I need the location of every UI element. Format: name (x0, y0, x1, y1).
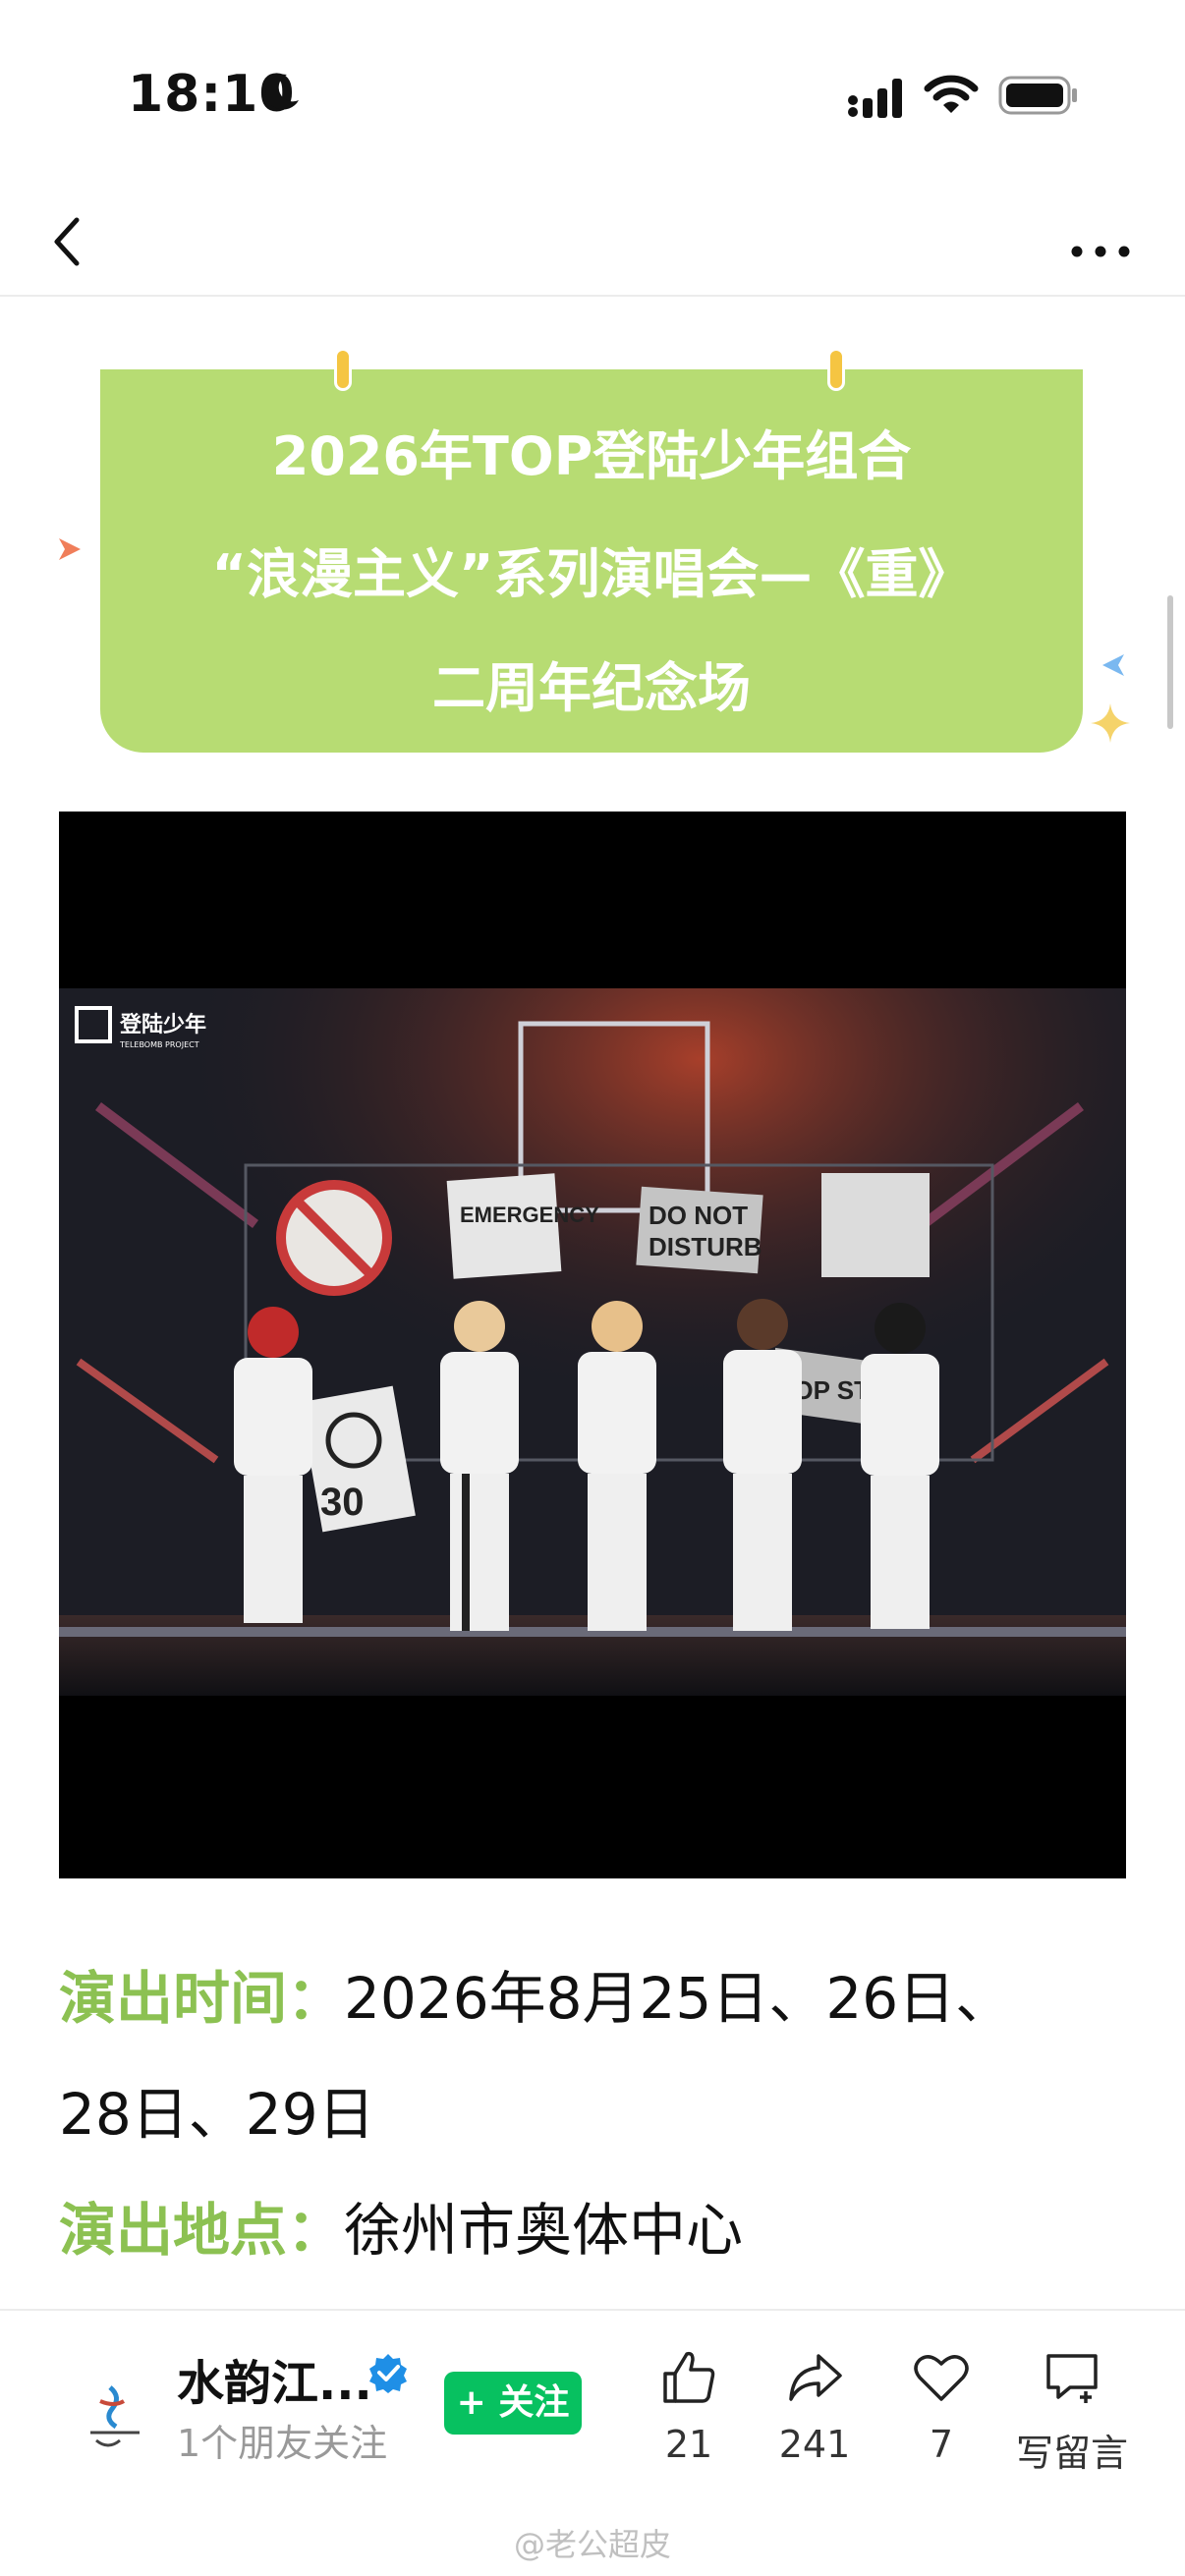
banner-title-line-2: “浪漫主义”系列演唱会—《重》 (211, 543, 972, 605)
show-time-label: 演出时间： (59, 1965, 345, 2032)
share-arrow-icon (789, 2354, 842, 2401)
arrow-decoration-icon (1102, 654, 1124, 676)
status-bar: 18:10 (0, 0, 1185, 187)
show-time-row: 演出时间：2026年8月25日、26日、 (59, 1940, 1130, 2056)
like-count: 21 (664, 2423, 713, 2466)
banner-title-line-1: 2026年TOP登陆少年组合 (271, 425, 912, 487)
follow-button[interactable]: + 关注 (444, 2372, 582, 2435)
sign-disturb-text: DISTURB (649, 1232, 762, 1261)
show-place-value: 徐州市奥体中心 (344, 2197, 744, 2264)
sparkle-icon (1091, 703, 1130, 743)
ellipsis-icon[interactable] (1061, 210, 1140, 273)
favorite-count: 7 (929, 2423, 954, 2466)
show-place-row: 演出地点：徐州市奥体中心 (59, 2172, 1130, 2288)
write-comment-label: 写留言 (1015, 2432, 1128, 2475)
banner-clip (334, 348, 352, 391)
share-button[interactable]: 241 (756, 2346, 874, 2466)
show-place-label: 演出地点： (59, 2197, 345, 2264)
favorite-button[interactable]: 7 (882, 2346, 1000, 2466)
account-avatar[interactable] (61, 2362, 169, 2470)
arrow-decoration-icon (59, 538, 81, 560)
video-logo-sub: TELEBOMB PROJECT (119, 1040, 199, 1049)
share-count: 241 (778, 2423, 851, 2466)
like-button[interactable]: 21 (630, 2346, 748, 2466)
show-time-value: 2026年8月25日、26日、 (344, 1965, 1013, 2032)
thumbs-up-icon (663, 2351, 715, 2403)
moon-icon (265, 74, 299, 110)
battery-icon (998, 76, 1077, 115)
scrollbar-thumb[interactable] (1167, 595, 1173, 729)
show-time-row-cont: 28日、29日 (59, 2056, 1130, 2172)
sign-do-not-text: DO NOT (649, 1201, 748, 1230)
banner-title-line-3: 二周年纪念场 (432, 657, 751, 719)
heart-icon (914, 2355, 969, 2401)
account-friends-following: 1个朋友关注 (177, 2422, 388, 2465)
account-name[interactable]: 水韵江... (177, 2344, 372, 2413)
sign-number-text: 30 (320, 1481, 365, 1524)
nav-bar (0, 187, 1185, 297)
concert-stage-image: EMERGENCY DO NOT DISTURB 30 TOP STREET 登… (59, 988, 1126, 1696)
signal-icon (848, 79, 902, 118)
verified-badge-icon (369, 2354, 407, 2393)
concert-video[interactable]: EMERGENCY DO NOT DISTURB 30 TOP STREET 登… (59, 812, 1126, 1878)
write-comment-button[interactable]: 写留言 (998, 2346, 1146, 2477)
title-banner: 2026年TOP登陆少年组合 “浪漫主义”系列演唱会—《重》 二周年纪念场 (100, 348, 1083, 753)
banner-clip (827, 348, 845, 391)
chevron-left-icon[interactable] (39, 200, 98, 283)
video-logo-text: 登陆少年 (119, 1012, 206, 1037)
show-time-value-cont: 28日、29日 (59, 2081, 375, 2148)
comment-icon (1046, 2354, 1098, 2403)
wifi-icon (924, 75, 979, 113)
watermark: @老公超皮 (513, 2526, 671, 2563)
sign-emergency-text: EMERGENCY (460, 1203, 599, 1227)
